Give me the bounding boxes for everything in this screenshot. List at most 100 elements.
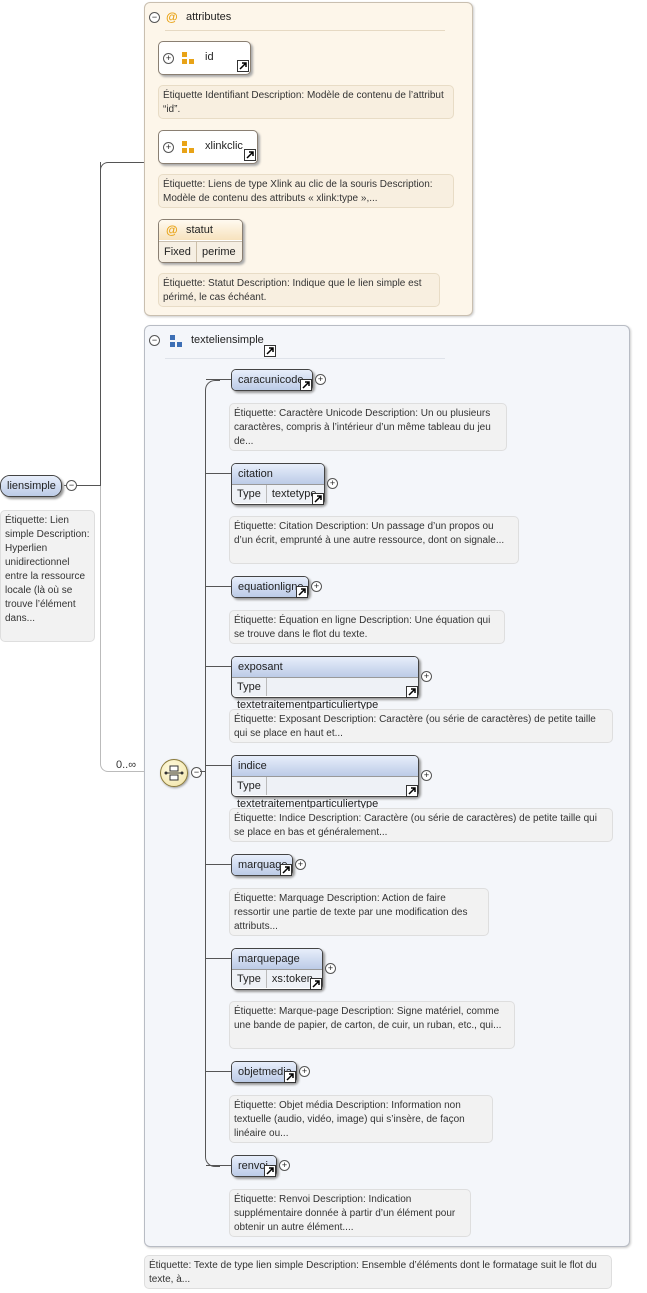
connector-child (206, 1165, 231, 1166)
element-node-equationligne[interactable]: equationligne (231, 576, 309, 598)
element-label: exposant (232, 657, 418, 677)
attr-group-xlinkclic-label: xlinkclic (205, 140, 243, 152)
attr-id-description: Étiquette Identifiant Description: Modèl… (158, 85, 454, 119)
expand-icon[interactable]: + (311, 581, 322, 592)
reference-arrow-icon[interactable] (300, 379, 312, 391)
connector-child (206, 473, 231, 474)
connector-child (206, 586, 231, 587)
expand-icon[interactable]: + (299, 1066, 310, 1077)
element-node-citation[interactable]: citation Type textetype (231, 463, 325, 505)
type-key: Type (232, 970, 267, 988)
at-sign-icon: @ (166, 10, 178, 24)
expand-icon[interactable]: + (163, 53, 174, 64)
element-type-row: Type textetype (232, 484, 324, 503)
root-element-label: liensimple (1, 476, 61, 496)
sequence-compositor-icon[interactable] (160, 759, 188, 787)
connector-child (206, 379, 231, 380)
reference-arrow-icon[interactable] (264, 1165, 276, 1177)
collapse-icon[interactable]: − (149, 12, 160, 23)
element-description-exposant: Étiquette: Exposant Description: Caractè… (229, 709, 613, 743)
attribute-group-icon (182, 52, 194, 64)
connector-child (206, 864, 231, 865)
group-icon (170, 335, 182, 347)
reference-arrow-icon[interactable] (237, 60, 249, 72)
element-node-marquepage[interactable]: marquepage Type xs:token (231, 948, 323, 990)
element-node-renvoi[interactable]: renvoi (231, 1155, 277, 1177)
reference-arrow-icon[interactable] (244, 149, 256, 161)
reference-arrow-icon[interactable] (406, 785, 418, 797)
connector-trunk-top-curve (100, 162, 115, 177)
reference-arrow-icon[interactable] (312, 493, 324, 505)
attributes-label: attributes (186, 11, 232, 23)
expand-icon[interactable]: + (421, 770, 432, 781)
fixed-value: perime (202, 246, 236, 258)
attributes-panel: − @ attributes + id Étiquette Identifian… (144, 2, 473, 316)
element-node-exposant[interactable]: exposant Typetextetraitementparticulierty… (231, 656, 419, 711)
attr-xlinkclic-description: Étiquette: Liens de type Xlink au clic d… (158, 174, 454, 208)
element-node-indice[interactable]: indice Typetextetraitementparticuliertype (231, 755, 419, 810)
attr-group-xlinkclic[interactable]: + xlinkclic (158, 130, 258, 164)
element-description-indice: Étiquette: Indice Description: Caractère… (229, 808, 613, 842)
reference-arrow-icon[interactable] (280, 864, 292, 876)
expand-icon[interactable]: + (163, 142, 174, 153)
collapse-icon[interactable]: − (149, 335, 160, 346)
attr-statut-description: Étiquette: Statut Description: Indique q… (158, 273, 440, 307)
attr-statut-label: statut (186, 224, 213, 236)
children-spine (205, 380, 220, 1167)
connector-child (206, 1071, 231, 1072)
group-description: Étiquette: Texte de type lien simple Des… (144, 1255, 612, 1289)
attribute-group-icon (182, 141, 194, 153)
element-description-objetmedia: Étiquette: Objet média Description: Info… (229, 1095, 493, 1143)
attr-group-id[interactable]: + id (158, 41, 251, 75)
type-key: Type (232, 777, 267, 795)
reference-arrow-icon[interactable] (296, 586, 308, 598)
divider (196, 242, 197, 262)
fixed-key: Fixed (164, 246, 191, 258)
element-label: marquepage (232, 949, 322, 969)
divider (165, 30, 445, 31)
attr-statut[interactable]: @ statut Fixed perime (158, 219, 243, 263)
cardinality-label: 0..∞ (116, 759, 137, 771)
expand-icon[interactable]: + (327, 478, 338, 489)
element-node-caracunicode[interactable]: caracunicode (231, 369, 313, 391)
element-description-renvoi: Étiquette: Renvoi Description: Indicatio… (229, 1189, 471, 1237)
element-node-marquage[interactable]: marquage (231, 854, 293, 876)
root-description: Étiquette: Lien simple Description: Hype… (0, 510, 95, 642)
expand-icon[interactable]: + (315, 374, 326, 385)
element-type-row: Typetextetraitementparticuliertype (232, 677, 418, 711)
connector-child (206, 958, 231, 959)
reference-arrow-icon[interactable] (310, 978, 322, 990)
reference-arrow-icon[interactable] (264, 345, 276, 357)
collapse-icon[interactable]: − (66, 480, 77, 491)
connector-trunk (100, 162, 101, 486)
divider (165, 358, 445, 359)
connector-spine (200, 771, 206, 772)
root-element-node[interactable]: liensimple (0, 475, 62, 497)
expand-icon[interactable]: + (325, 963, 336, 974)
element-description-marquage: Étiquette: Marquage Description: Action … (229, 888, 489, 936)
element-description-equationligne: Étiquette: Équation en ligne Description… (229, 610, 505, 644)
element-node-objetmedia[interactable]: objetmedia (231, 1061, 297, 1083)
connector-attr (113, 162, 144, 163)
attr-group-id-label: id (205, 51, 214, 63)
element-label: indice (232, 756, 418, 776)
element-description-caracunicode: Étiquette: Caractère Unicode Description… (229, 403, 507, 451)
expand-icon[interactable]: + (295, 859, 306, 870)
element-description-marquepage: Étiquette: Marque-page Description: Sign… (229, 1001, 515, 1049)
collapse-icon[interactable]: − (191, 767, 202, 778)
type-key: Type (232, 678, 267, 696)
reference-arrow-icon[interactable] (284, 1071, 296, 1083)
connector-child (206, 765, 231, 766)
connector-group-curve (100, 486, 115, 772)
attr-statut-fixed-row: Fixed perime (159, 241, 242, 262)
expand-icon[interactable]: + (279, 1160, 290, 1171)
type-key: Type (232, 485, 267, 503)
expand-icon[interactable]: + (421, 671, 432, 682)
connector-child (206, 666, 231, 667)
reference-arrow-icon[interactable] (406, 686, 418, 698)
element-type-row: Typetextetraitementparticuliertype (232, 776, 418, 810)
element-description-citation: Étiquette: Citation Description: Un pass… (229, 516, 519, 564)
attr-statut-header: @ statut (159, 220, 242, 240)
group-label: texteliensimple (191, 334, 264, 346)
element-type-row: Type xs:token (232, 969, 322, 988)
